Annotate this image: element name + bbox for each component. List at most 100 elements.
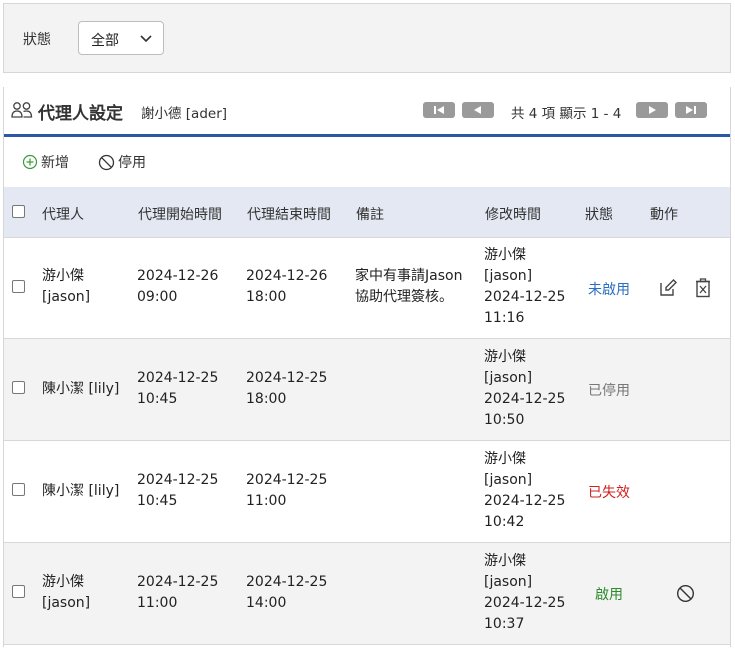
note-line: 家中有事請Jason (355, 268, 463, 284)
status-badge: 已停用 (588, 383, 630, 399)
col-note: 備註 (356, 207, 384, 223)
end-date: 2024-12-25 (246, 472, 328, 488)
start-time-cell: 2024-12-25 10:45 (137, 470, 218, 512)
end-clock: 18:00 (246, 391, 287, 407)
next-page-button[interactable] (636, 102, 668, 118)
disable-button[interactable]: 停用 (98, 153, 146, 171)
modified-cell: 游小傑 [jason] 2024-12-25 11:16 (484, 245, 565, 329)
filter-panel: 狀態 全部 (3, 3, 731, 73)
end-date: 2024-12-26 (246, 268, 328, 284)
col-actions: 動作 (650, 207, 678, 223)
start-clock: 10:45 (137, 493, 178, 509)
ban-icon (98, 154, 115, 170)
chevron-down-icon (140, 35, 152, 43)
end-time-cell: 2024-12-25 14:00 (246, 572, 327, 614)
end-date: 2024-12-25 (246, 574, 328, 590)
table-header: 代理人 代理開始時間 代理結束時間 備註 修改時間 狀態 動作 (3, 187, 731, 238)
agent-cell: 陳小潔 [lily] (42, 379, 119, 400)
end-clock: 11:00 (246, 493, 287, 509)
row-checkbox[interactable] (12, 585, 25, 598)
add-circle-icon (22, 154, 38, 170)
col-start-time: 代理開始時間 (138, 207, 222, 223)
first-page-button[interactable] (423, 102, 455, 118)
row-checkbox[interactable] (12, 483, 25, 496)
end-time-cell: 2024-12-26 18:00 (246, 266, 327, 308)
status-badge: 已失效 (588, 485, 630, 501)
toolbar: 新增 停用 (3, 137, 731, 187)
modified-cell: 游小傑 [jason] 2024-12-25 10:37 (484, 551, 565, 635)
modifier-name: 游小傑 (484, 553, 526, 569)
modifier-id: [jason] (484, 472, 533, 488)
note-line: 協助代理簽核。 (355, 289, 453, 305)
modified-date: 2024-12-25 (484, 595, 566, 611)
modifier-id: [jason] (484, 370, 533, 386)
agent-cell: 游小傑 [jason] (42, 572, 90, 614)
col-end-time: 代理結束時間 (247, 207, 331, 223)
edit-icon[interactable] (658, 278, 678, 298)
agent-id: [jason] (42, 289, 91, 305)
modified-date: 2024-12-25 (484, 493, 566, 509)
last-page-button[interactable] (675, 102, 707, 118)
modified-clock: 11:16 (484, 310, 525, 326)
modifier-id: [jason] (484, 574, 533, 590)
table-row: 游小傑 [jason] 2024-12-26 09:00 2024-12-26 … (3, 238, 731, 339)
table-row: 游小傑 [jason] 2024-12-25 11:00 2024-12-25 … (3, 543, 731, 645)
agent-name: 陳小潔 [lily] (42, 483, 120, 499)
prev-page-icon (474, 106, 481, 114)
disable-icon[interactable] (676, 584, 695, 603)
agent-cell: 游小傑 [jason] (42, 266, 90, 308)
end-time-cell: 2024-12-25 18:00 (246, 368, 327, 410)
users-icon (11, 102, 33, 118)
start-clock: 10:45 (137, 391, 178, 407)
status-select-value: 全部 (91, 33, 119, 49)
table-row: 陳小潔 [lily] 2024-12-25 10:45 2024-12-25 1… (3, 441, 731, 543)
end-time-cell: 2024-12-25 11:00 (246, 470, 327, 512)
select-all-checkbox[interactable] (12, 205, 25, 218)
page-title: 代理人設定 (38, 104, 123, 124)
modifier-name: 游小傑 (484, 247, 526, 263)
start-clock: 11:00 (137, 595, 178, 611)
modified-date: 2024-12-25 (484, 289, 566, 305)
modifier-name: 游小傑 (484, 451, 526, 467)
status-badge: 啟用 (595, 587, 623, 603)
modified-clock: 10:42 (484, 514, 525, 530)
modified-date: 2024-12-25 (484, 391, 566, 407)
last-page-icon (686, 106, 696, 114)
start-date: 2024-12-26 (137, 268, 219, 284)
start-time-cell: 2024-12-25 10:45 (137, 368, 218, 410)
status-select[interactable]: 全部 (78, 21, 164, 55)
row-checkbox[interactable] (12, 280, 25, 293)
col-agent: 代理人 (42, 207, 84, 223)
status-badge: 未啟用 (588, 282, 630, 298)
start-clock: 09:00 (137, 289, 178, 305)
modified-clock: 10:50 (484, 412, 525, 428)
row-checkbox[interactable] (12, 381, 25, 394)
agent-id: [jason] (42, 595, 91, 611)
agent-name: 陳小潔 [lily] (42, 381, 120, 397)
add-button-label: 新增 (41, 155, 69, 171)
modifier-id: [jason] (484, 268, 533, 284)
delete-icon[interactable] (695, 278, 711, 298)
page-header: 代理人設定 謝小德 [ader] 共 4 項 顯示 1 - 4 (3, 88, 731, 134)
modified-cell: 游小傑 [jason] 2024-12-25 10:42 (484, 449, 565, 533)
next-page-icon (649, 106, 656, 114)
col-status: 狀態 (585, 207, 613, 223)
start-date: 2024-12-25 (137, 370, 219, 386)
agent-cell: 陳小潔 [lily] (42, 481, 119, 502)
status-filter-label: 狀態 (23, 32, 51, 48)
disable-button-label: 停用 (118, 155, 146, 171)
table-row: 陳小潔 [lily] 2024-12-25 10:45 2024-12-25 1… (3, 339, 731, 441)
col-modified-time: 修改時間 (485, 207, 541, 223)
start-date: 2024-12-25 (137, 472, 219, 488)
modified-clock: 10:37 (484, 616, 525, 632)
modified-cell: 游小傑 [jason] 2024-12-25 10:50 (484, 347, 565, 431)
current-user-label: 謝小德 [ader] (141, 106, 228, 122)
start-time-cell: 2024-12-26 09:00 (137, 266, 218, 308)
note-cell: 家中有事請Jason 協助代理簽核。 (355, 266, 462, 308)
start-date: 2024-12-25 (137, 574, 219, 590)
agent-name: 游小傑 (42, 268, 84, 284)
prev-page-button[interactable] (462, 102, 494, 118)
start-time-cell: 2024-12-25 11:00 (137, 572, 218, 614)
first-page-icon (434, 106, 444, 114)
add-button[interactable]: 新增 (22, 153, 69, 171)
